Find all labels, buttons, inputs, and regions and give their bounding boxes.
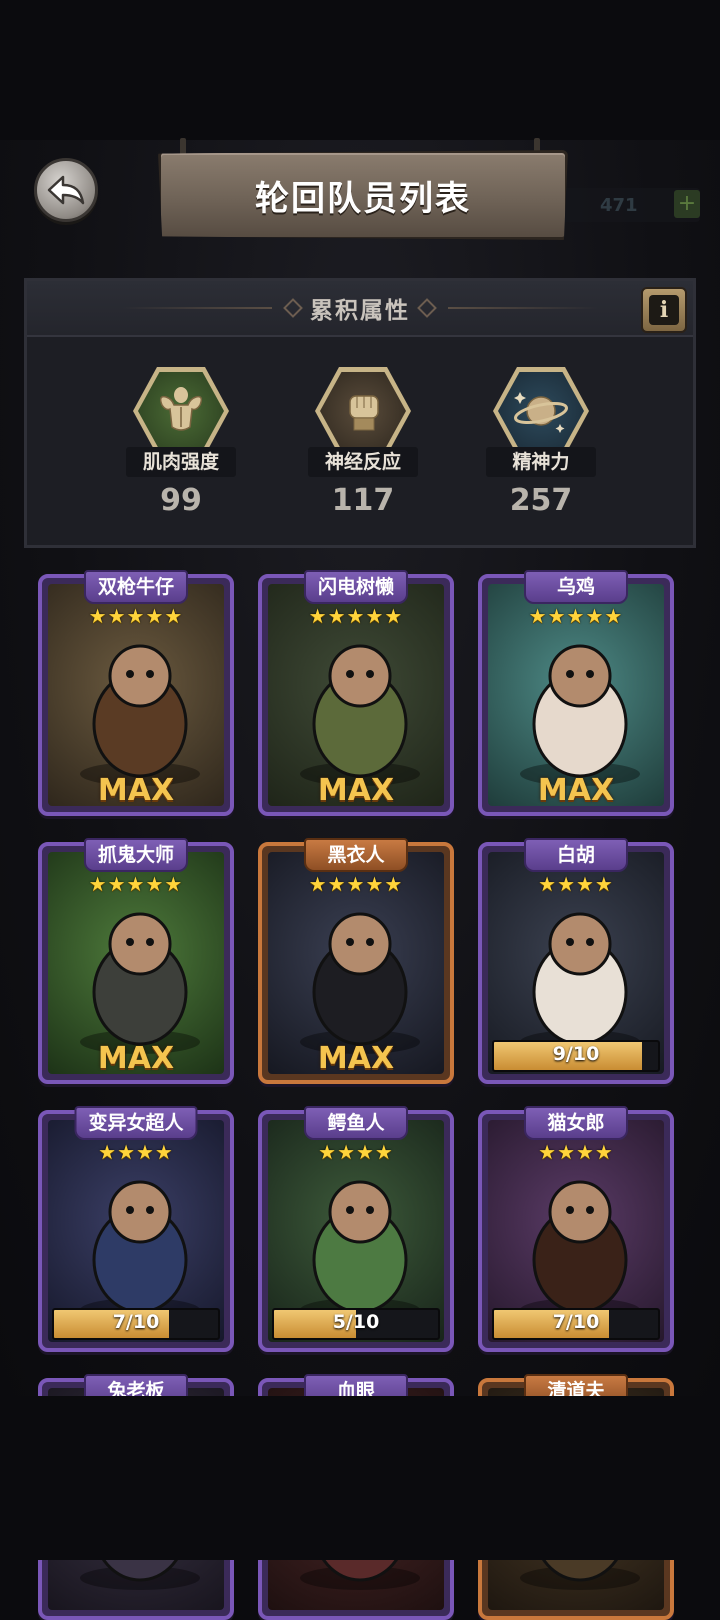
info-button[interactable]: i: [641, 287, 687, 333]
back-button[interactable]: [34, 158, 98, 222]
character-card[interactable]: 乌鸡 ★★★★★ MAX: [478, 570, 674, 816]
max-level-label: MAX: [317, 1041, 395, 1076]
diamond-icon: [417, 298, 437, 318]
stat-value: 99: [160, 483, 202, 518]
max-level-label: MAX: [537, 773, 615, 808]
stat-label: 肌肉强度: [126, 447, 236, 477]
shard-progress-bar: 7/10: [492, 1308, 660, 1340]
planet-icon: [498, 372, 584, 450]
stat-label: 神经反应: [308, 447, 418, 477]
star-rating: ★★★★: [318, 1140, 394, 1164]
info-icon: i: [649, 295, 679, 325]
stat-reflex: 神经反应 117: [303, 367, 423, 518]
character-name: 抓鬼大师: [83, 838, 189, 872]
stat-label: 精神力: [486, 447, 596, 477]
panel-title: 累积属性: [310, 298, 410, 324]
fist-icon: [320, 372, 406, 450]
character-card[interactable]: 闪电树懒 ★★★★★ MAX: [258, 570, 454, 816]
character-name: 鳄鱼人: [304, 1106, 408, 1140]
muscle-icon: [138, 372, 224, 450]
max-level-label: MAX: [97, 773, 175, 808]
stat-badge: [133, 367, 229, 455]
title-board: 轮回队员列表: [158, 150, 568, 240]
character-card[interactable]: 双枪牛仔 ★★★★★ MAX: [38, 570, 234, 816]
star-rating: ★★★★: [538, 872, 614, 896]
character-name: 闪电树懒: [303, 570, 409, 604]
page-title: 轮回队员列表: [255, 178, 471, 219]
star-rating: ★★★★★: [308, 604, 404, 628]
stat-spirit: 精神力 257: [481, 367, 601, 518]
character-name: 白胡: [524, 838, 628, 872]
character-name: 黑衣人: [304, 838, 408, 872]
star-rating: ★★★★★: [88, 872, 184, 896]
divider-right: [448, 307, 598, 309]
panel-header: 累积属性: [27, 281, 693, 337]
back-arrow-icon: [47, 175, 85, 205]
stat-badge: [315, 367, 411, 455]
character-card[interactable]: 变异女超人 ★★★★ 7/10: [38, 1106, 234, 1352]
diamond-icon: [283, 298, 303, 318]
bottom-mask: [0, 1396, 720, 1560]
character-name: 乌鸡: [524, 570, 628, 604]
character-card[interactable]: 猫女郎 ★★★★ 7/10: [478, 1106, 674, 1352]
character-card[interactable]: 白胡 ★★★★ 9/10: [478, 838, 674, 1084]
character-name: 双枪牛仔: [83, 570, 189, 604]
character-name: 变异女超人: [74, 1106, 198, 1140]
star-rating: ★★★★★: [88, 604, 184, 628]
shard-progress-bar: 9/10: [492, 1040, 660, 1072]
progress-text: 7/10: [112, 1311, 160, 1333]
character-card[interactable]: 黑衣人 ★★★★★ MAX: [258, 838, 454, 1084]
shard-progress-bar: 5/10: [272, 1308, 440, 1340]
progress-text: 7/10: [552, 1311, 600, 1333]
character-card[interactable]: 鳄鱼人 ★★★★ 5/10: [258, 1106, 454, 1352]
max-level-label: MAX: [317, 773, 395, 808]
stat-muscle: 肌肉强度 99: [121, 367, 241, 518]
star-rating: ★★★★: [538, 1140, 614, 1164]
shard-progress-bar: 7/10: [52, 1308, 220, 1340]
progress-text: 5/10: [332, 1311, 380, 1333]
accumulated-attributes-panel: 累积属性 i 肌肉强度 99 神经反应 117 精神力 257: [24, 278, 696, 548]
star-rating: ★★★★: [98, 1140, 174, 1164]
star-rating: ★★★★★: [308, 872, 404, 896]
stat-value: 117: [331, 483, 395, 518]
progress-text: 9/10: [552, 1043, 600, 1065]
max-level-label: MAX: [97, 1041, 175, 1076]
character-card[interactable]: 抓鬼大师 ★★★★★ MAX: [38, 838, 234, 1084]
add-currency-button[interactable]: +: [674, 190, 700, 218]
stat-value: 257: [509, 483, 573, 518]
stat-badge: [493, 367, 589, 455]
character-name: 猫女郎: [524, 1106, 628, 1140]
star-rating: ★★★★★: [528, 604, 624, 628]
divider-left: [122, 307, 272, 309]
